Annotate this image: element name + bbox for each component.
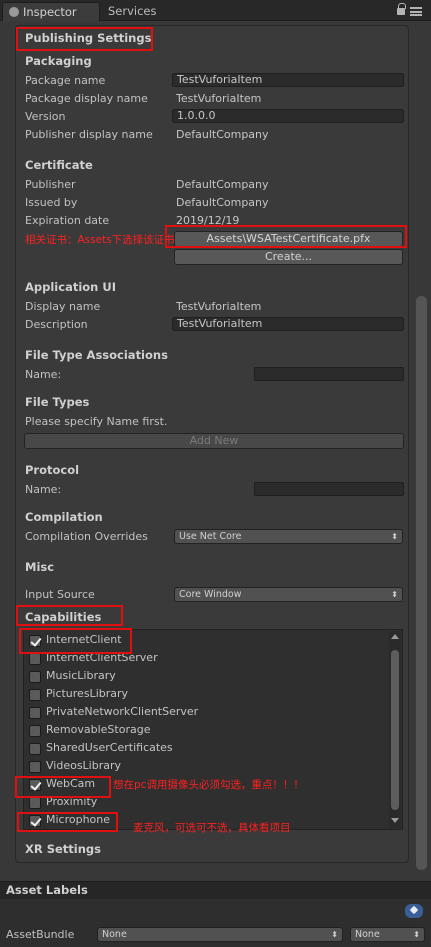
capability-item[interactable]: RemovableStorage: [28, 722, 388, 740]
tab-services[interactable]: Services: [102, 2, 165, 21]
application-ui-heading: Application UI: [25, 280, 116, 294]
scroll-down-icon[interactable]: [391, 818, 399, 823]
capability-label: RemovableStorage: [46, 723, 151, 736]
display-name-label: Display name: [25, 300, 101, 313]
asset-bundle-label: AssetBundle: [6, 928, 75, 941]
file-types-hint: Please specify Name first.: [25, 415, 168, 428]
publisher-display-name-value: DefaultCompany: [176, 128, 269, 141]
input-source-label: Input Source: [25, 588, 95, 601]
menu-icon[interactable]: [410, 7, 422, 16]
capability-checkbox[interactable]: [29, 653, 41, 665]
capabilities-scroll-thumb[interactable]: [391, 650, 399, 810]
annotation-box-microphone: [17, 812, 118, 832]
compilation-overrides-label: Compilation Overrides: [25, 530, 148, 543]
capability-item[interactable]: VideosLibrary: [28, 758, 388, 776]
capability-item[interactable]: PicturesLibrary: [28, 686, 388, 704]
asset-bundle-dropdown[interactable]: None ⬍: [97, 927, 343, 942]
lock-icon[interactable]: [397, 3, 406, 16]
create-certificate-button[interactable]: Create...: [174, 249, 403, 265]
protocol-name-field[interactable]: [254, 482, 404, 496]
dropdown-arrow-icon: ⬍: [413, 930, 420, 939]
issued-by-value: DefaultCompany: [176, 196, 269, 209]
tab-inspector-label: Inspector: [23, 5, 77, 19]
dropdown-arrow-icon: ⬍: [391, 532, 398, 541]
inspector-scrollbar[interactable]: [416, 296, 427, 870]
file-type-name-label: Name:: [25, 368, 62, 381]
capability-checkbox[interactable]: [29, 761, 41, 773]
capability-checkbox[interactable]: [29, 743, 41, 755]
capability-label: VideosLibrary: [46, 759, 122, 772]
capability-label: SharedUserCertificates: [46, 741, 173, 754]
package-display-name-value: TestVuforiaItem: [176, 92, 262, 105]
annotation-box-publishing: [16, 27, 153, 51]
capability-label: MusicLibrary: [46, 669, 116, 682]
annotation-certificate-note: 相关证书：Assets下选择该证书: [25, 234, 175, 246]
capability-label: PicturesLibrary: [46, 687, 129, 700]
capability-item[interactable]: MusicLibrary: [28, 668, 388, 686]
dropdown-arrow-icon: ⬍: [331, 930, 338, 939]
annotation-webcam-note: 想在pc调用摄像头必须勾选，重点！！！: [113, 779, 304, 791]
package-display-name-label: Package display name: [25, 92, 148, 105]
description-field[interactable]: TestVuforiaItem: [172, 317, 404, 331]
compilation-overrides-dropdown[interactable]: Use Net Core ⬍: [174, 529, 403, 544]
annotation-microphone-note: 麦克风，可选可不选，具体看项目: [133, 822, 291, 834]
info-icon: [9, 7, 19, 17]
annotation-box-capabilities: [16, 605, 123, 626]
expiration-date-label: Expiration date: [25, 214, 110, 227]
description-label: Description: [25, 318, 88, 331]
protocol-name-label: Name:: [25, 483, 62, 496]
capability-label: PrivateNetworkClientServer: [46, 705, 199, 718]
package-name-label: Package name: [25, 74, 106, 87]
input-source-dropdown[interactable]: Core Window ⬍: [174, 587, 403, 602]
annotation-box-certificate: [165, 225, 407, 248]
add-new-button[interactable]: Add New: [24, 433, 404, 449]
capability-item[interactable]: PrivateNetworkClientServer: [28, 704, 388, 722]
dropdown-arrow-icon: ⬍: [391, 590, 398, 599]
asset-bundle-value: None: [102, 929, 127, 940]
misc-heading: Misc: [25, 560, 55, 574]
certificate-heading: Certificate: [25, 158, 93, 172]
asset-variant-dropdown[interactable]: None ⬍: [350, 927, 425, 942]
asset-labels-title: Asset Labels: [6, 883, 88, 897]
capability-checkbox[interactable]: [29, 797, 41, 809]
version-label: Version: [25, 110, 66, 123]
file-type-associations-heading: File Type Associations: [25, 348, 168, 362]
capability-checkbox[interactable]: [29, 725, 41, 737]
tab-inspector[interactable]: Inspector: [2, 2, 100, 21]
input-source-value: Core Window: [179, 589, 242, 600]
compilation-overrides-value: Use Net Core: [179, 531, 242, 542]
file-types-heading: File Types: [25, 395, 90, 409]
capability-checkbox[interactable]: [29, 707, 41, 719]
version-field[interactable]: 1.0.0.0: [172, 109, 404, 123]
publisher-value: DefaultCompany: [176, 178, 269, 191]
file-type-name-field[interactable]: [254, 367, 404, 381]
annotation-box-webcam: [15, 776, 111, 798]
protocol-heading: Protocol: [25, 463, 80, 477]
publisher-display-name-label: Publisher display name: [25, 128, 153, 141]
capability-checkbox[interactable]: [29, 671, 41, 683]
asset-variant-value: None: [355, 929, 380, 940]
annotation-box-internetclient: [19, 628, 132, 654]
display-name-value: TestVuforiaItem: [176, 300, 262, 313]
publisher-label: Publisher: [25, 178, 76, 191]
xr-settings-heading[interactable]: XR Settings: [25, 842, 101, 856]
capability-item[interactable]: SharedUserCertificates: [28, 740, 388, 758]
tag-icon[interactable]: [405, 904, 423, 918]
packaging-heading: Packaging: [25, 54, 92, 68]
issued-by-label: Issued by: [25, 196, 78, 209]
tab-services-label: Services: [108, 4, 157, 18]
scroll-up-icon[interactable]: [391, 634, 399, 639]
compilation-heading: Compilation: [25, 510, 103, 524]
package-name-field[interactable]: TestVuforiaItem: [172, 73, 404, 87]
capability-checkbox[interactable]: [29, 689, 41, 701]
